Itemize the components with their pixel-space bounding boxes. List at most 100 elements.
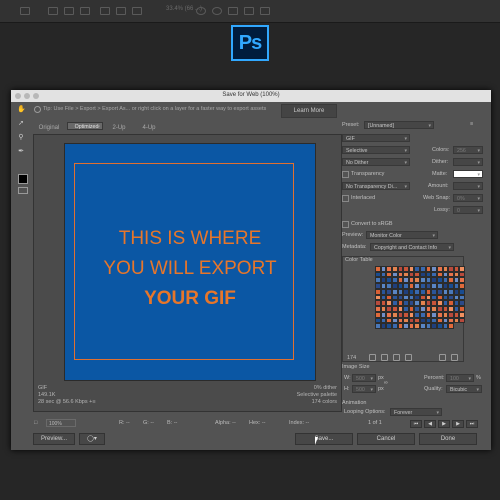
previous-frame-button[interactable]: ◀ — [424, 420, 436, 428]
distribute-bottom-icon[interactable] — [132, 7, 142, 15]
preview-color-select[interactable]: Monitor Color — [366, 231, 438, 240]
browser-preview-button[interactable]: ◯▾ — [79, 433, 105, 445]
preview-button[interactable]: Preview... — [33, 433, 75, 445]
interlaced-checkbox[interactable] — [342, 195, 349, 202]
distribute-middle-icon[interactable] — [116, 7, 126, 15]
image-size-label: Image Size — [342, 364, 370, 370]
optimize-settings-panel: Preset: [Unnamed] ≡ GIF Selective Colors… — [340, 118, 486, 448]
options-bar: 33.4% (66 ...) — [0, 0, 500, 23]
align-center-icon[interactable] — [64, 7, 74, 15]
web-snap-label: Web Snap: — [423, 195, 451, 201]
looping-select[interactable]: Forever — [390, 408, 442, 417]
status-bar: □ 100% R: -- G: -- B: -- Alpha: -- Hex: … — [33, 419, 340, 429]
web-shift-icon[interactable] — [381, 354, 388, 361]
percent-sign: % — [476, 375, 481, 381]
3d-roll-icon[interactable] — [212, 7, 222, 15]
metadata-label: Metadata: — [342, 244, 367, 250]
first-frame-button[interactable]: ⏮ — [410, 420, 422, 428]
preview-text-line-3: YOUR GIF — [144, 288, 236, 309]
info-palette: Selective palette — [296, 392, 337, 398]
optimize-menu-icon[interactable]: ≡ — [470, 121, 473, 127]
height-input[interactable]: 500 — [352, 385, 376, 394]
readout-b: B: -- — [167, 420, 178, 426]
web-snap-select[interactable]: 0% — [453, 194, 483, 203]
align-right-icon[interactable] — [80, 7, 90, 15]
info-format: GIF — [38, 385, 48, 391]
tab-2-up[interactable]: 2-Up — [105, 122, 133, 134]
transparency-checkbox[interactable] — [342, 171, 349, 178]
frame-counter: 1 of 1 — [368, 420, 382, 426]
preset-select[interactable]: [Unnamed] — [364, 121, 434, 130]
percent-input[interactable]: 100 — [446, 374, 474, 383]
optimized-info-right: 0% dither Selective palette 174 colors — [297, 385, 337, 406]
tab-optimized[interactable]: Optimized — [67, 122, 103, 131]
next-frame-button[interactable]: ▶ — [452, 420, 464, 428]
slice-select-tool-icon[interactable]: ➚ — [17, 120, 25, 127]
preview-text-line-1: THIS IS WHERE — [118, 228, 262, 249]
download-speed-menu-icon[interactable]: +≡ — [89, 399, 95, 405]
quality-select[interactable]: Bicubic — [446, 385, 482, 394]
hand-tool-icon[interactable]: ✋ — [17, 106, 26, 113]
constrain-link-icon[interactable]: ∞ — [384, 380, 388, 386]
lossy-select[interactable]: 0 — [453, 206, 483, 215]
new-color-icon[interactable] — [439, 354, 446, 361]
preview-canvas-area[interactable]: THIS IS WHERE YOU WILL EXPORT YOUR GIF G… — [33, 134, 342, 412]
transparency-dither-select[interactable]: No Transparency Di... — [342, 182, 410, 191]
interlaced-label: Interlaced — [351, 195, 376, 201]
tip-text: Tip: Use File > Export > Export As... or… — [43, 106, 267, 112]
3d-drag-icon[interactable] — [228, 7, 238, 15]
amount-label: Amount: — [428, 183, 449, 189]
eyedropper-tool-icon[interactable]: ✒ — [17, 148, 25, 155]
dither-algorithm-select[interactable]: No Dither — [342, 158, 410, 167]
dither-label: Dither: — [432, 159, 449, 165]
mouse-cursor-icon — [315, 437, 321, 445]
convert-srgb-label: Convert to sRGB — [351, 221, 393, 227]
zoom-out-icon[interactable]: □ — [34, 420, 37, 426]
colors-select[interactable]: 256 — [453, 146, 483, 155]
3d-rotate-icon[interactable] — [196, 7, 206, 15]
amount-select[interactable] — [453, 182, 483, 191]
transparency-label: Transparency — [351, 171, 385, 177]
map-to-transparent-icon[interactable] — [369, 354, 376, 361]
lossy-label: Lossy: — [434, 207, 450, 213]
color-table[interactable]: Color Table 174 — [342, 256, 465, 362]
zoom-tool-icon[interactable]: ⚲ — [17, 134, 25, 141]
3d-slide-icon[interactable] — [244, 7, 254, 15]
add-eyedropper-color-icon[interactable] — [405, 354, 412, 361]
toggle-slices-icon[interactable] — [18, 187, 28, 194]
tab-4-up[interactable]: 4-Up — [135, 122, 163, 134]
move-tool-icon[interactable] — [20, 7, 30, 15]
width-label: W: — [344, 375, 351, 381]
readout-hex: Hex: -- — [249, 420, 266, 426]
quality-label: Quality: — [424, 386, 443, 392]
preview-text-line-2: YOU WILL EXPORT — [103, 258, 277, 279]
eyedropper-color-swatch[interactable] — [18, 174, 28, 184]
tool-column: ✋ ➚ ⚲ ✒ — [13, 104, 29, 194]
animation-label: Animation — [342, 400, 367, 406]
colors-label: Colors: — [432, 147, 450, 153]
learn-more-button[interactable]: Learn More — [281, 104, 337, 118]
color-table-grid[interactable] — [375, 266, 465, 329]
color-swatch[interactable] — [459, 317, 465, 324]
color-table-label: Color Table — [345, 257, 373, 263]
play-button[interactable]: ▶ — [438, 420, 450, 428]
matte-color-select[interactable] — [453, 170, 483, 179]
zoom-level-select[interactable]: 100% — [46, 419, 76, 427]
3d-scale-icon[interactable] — [260, 7, 270, 15]
width-input[interactable]: 500 — [352, 374, 376, 383]
trash-icon[interactable] — [451, 354, 458, 361]
color-swatch[interactable] — [448, 323, 454, 329]
dither-percent-select[interactable] — [453, 158, 483, 167]
distribute-top-icon[interactable] — [100, 7, 110, 15]
convert-srgb-checkbox[interactable] — [342, 221, 349, 228]
lock-color-icon[interactable] — [393, 354, 400, 361]
metadata-select[interactable]: Copyright and Contact Info — [370, 243, 454, 252]
last-frame-button[interactable]: ⏭ — [466, 420, 478, 428]
readout-r: R: -- — [119, 420, 130, 426]
tab-original[interactable]: Original — [33, 122, 65, 134]
optimized-info-left: GIF 149.1K 28 sec @ 56.6 Kbps +≡ — [38, 385, 96, 406]
align-left-icon[interactable] — [48, 7, 58, 15]
color-reduction-select[interactable]: Selective — [342, 146, 410, 155]
percent-label: Percent: — [424, 375, 445, 381]
format-select[interactable]: GIF — [342, 134, 410, 143]
